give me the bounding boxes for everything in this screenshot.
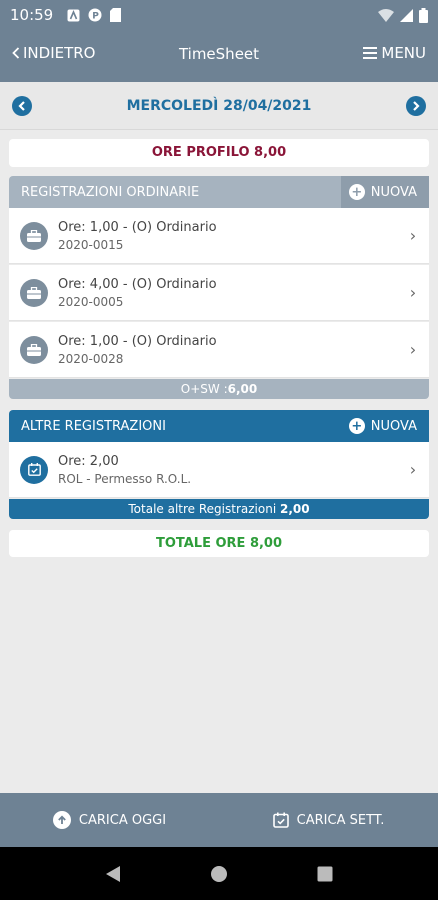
battery-icon (419, 7, 428, 23)
current-date: MERCOLEDÌ 28/04/2021 (126, 97, 312, 114)
notification-a-icon (67, 9, 80, 21)
date-navigator: MERCOLEDÌ 28/04/2021 (0, 82, 438, 130)
item-code: 2020-0015 (58, 237, 124, 252)
briefcase-icon (20, 278, 48, 307)
previous-day-button[interactable] (12, 96, 32, 116)
bottom-action-bar: CARICA OGGI CARICA SETT. (0, 793, 438, 847)
sd-card-icon (110, 8, 122, 22)
upload-arrow-icon (52, 811, 71, 829)
next-day-button[interactable] (406, 96, 426, 116)
app-header: INDIETRO TimeSheet MENU (0, 30, 438, 82)
menu-button[interactable]: MENU (363, 44, 426, 62)
nuova-label: NUOVA (370, 418, 417, 434)
section-ordinarie-title: REGISTRAZIONI ORDINARIE (21, 184, 200, 200)
altre-total-value: 2,00 (280, 502, 310, 516)
hamburger-icon (363, 47, 378, 59)
totale-ore-banner: TOTALE ORE 8,00 (9, 530, 429, 557)
recents-square-icon[interactable] (317, 866, 333, 882)
calendar-check-icon (272, 812, 289, 828)
menu-label: MENU (381, 44, 426, 62)
list-item[interactable]: Ore: 1,00 - (O) Ordinario 2020-0015 › (9, 208, 429, 264)
item-hours: Ore: 1,00 - (O) Ordinario (58, 333, 217, 349)
ordinarie-total-value: 6,00 (227, 382, 258, 396)
chevron-left-icon (18, 101, 25, 111)
calendar-check-icon (20, 455, 48, 484)
signal-icon (400, 8, 413, 22)
nuova-ordinaria-button[interactable]: + NUOVA (340, 176, 429, 208)
plus-circle-icon: + (348, 184, 365, 200)
chevron-right-icon (413, 101, 420, 111)
item-type: ROL - Permesso R.O.L. (58, 471, 192, 486)
list-item[interactable]: Ore: 4,00 - (O) Ordinario 2020-0005 › (9, 265, 429, 321)
notification-p-icon: P (88, 8, 102, 22)
carica-oggi-label: CARICA OGGI (78, 812, 167, 828)
carica-sett-button[interactable]: CARICA SETT. (219, 812, 438, 828)
ordinarie-total-label: O+SW : (180, 382, 228, 396)
ordinarie-total: O+SW :6,00 (9, 379, 429, 399)
nuova-altra-button[interactable]: + NUOVA (340, 410, 429, 442)
plus-circle-icon: + (348, 418, 365, 434)
status-bar: 10:59 P (0, 0, 438, 30)
section-altre-header: ALTRE REGISTRAZIONI + NUOVA (9, 410, 429, 442)
chevron-right-icon: › (409, 460, 417, 479)
system-nav-bar (0, 847, 438, 900)
svg-text:P: P (93, 12, 100, 22)
item-code: 2020-0005 (58, 294, 124, 309)
item-code: 2020-0028 (58, 351, 124, 366)
altre-total: Totale altre Registrazioni 2,00 (9, 499, 429, 519)
list-item[interactable]: Ore: 1,00 - (O) Ordinario 2020-0028 › (9, 322, 429, 378)
nuova-label: NUOVA (370, 184, 417, 200)
chevron-right-icon: › (409, 340, 417, 359)
item-hours: Ore: 1,00 - (O) Ordinario (58, 219, 217, 235)
carica-oggi-button[interactable]: CARICA OGGI (0, 811, 219, 829)
wifi-icon (378, 8, 394, 22)
section-altre-title: ALTRE REGISTRAZIONI (21, 418, 166, 434)
back-triangle-icon[interactable] (105, 865, 121, 883)
briefcase-icon (20, 221, 48, 250)
section-ordinarie-header: REGISTRAZIONI ORDINARIE + NUOVA (9, 176, 429, 208)
chevron-right-icon: › (409, 283, 417, 302)
carica-sett-label: CARICA SETT. (296, 812, 385, 828)
ore-profilo-banner: ORE PROFILO 8,00 (9, 139, 429, 167)
home-circle-icon[interactable] (210, 865, 228, 883)
item-hours: Ore: 4,00 - (O) Ordinario (58, 276, 217, 292)
altre-total-label: Totale altre Registrazioni (128, 502, 277, 516)
status-time: 10:59 (10, 6, 54, 24)
list-item[interactable]: Ore: 2,00 ROL - Permesso R.O.L. › (9, 442, 429, 498)
item-hours: Ore: 2,00 (58, 453, 119, 469)
briefcase-icon (20, 335, 48, 364)
chevron-right-icon: › (409, 226, 417, 245)
